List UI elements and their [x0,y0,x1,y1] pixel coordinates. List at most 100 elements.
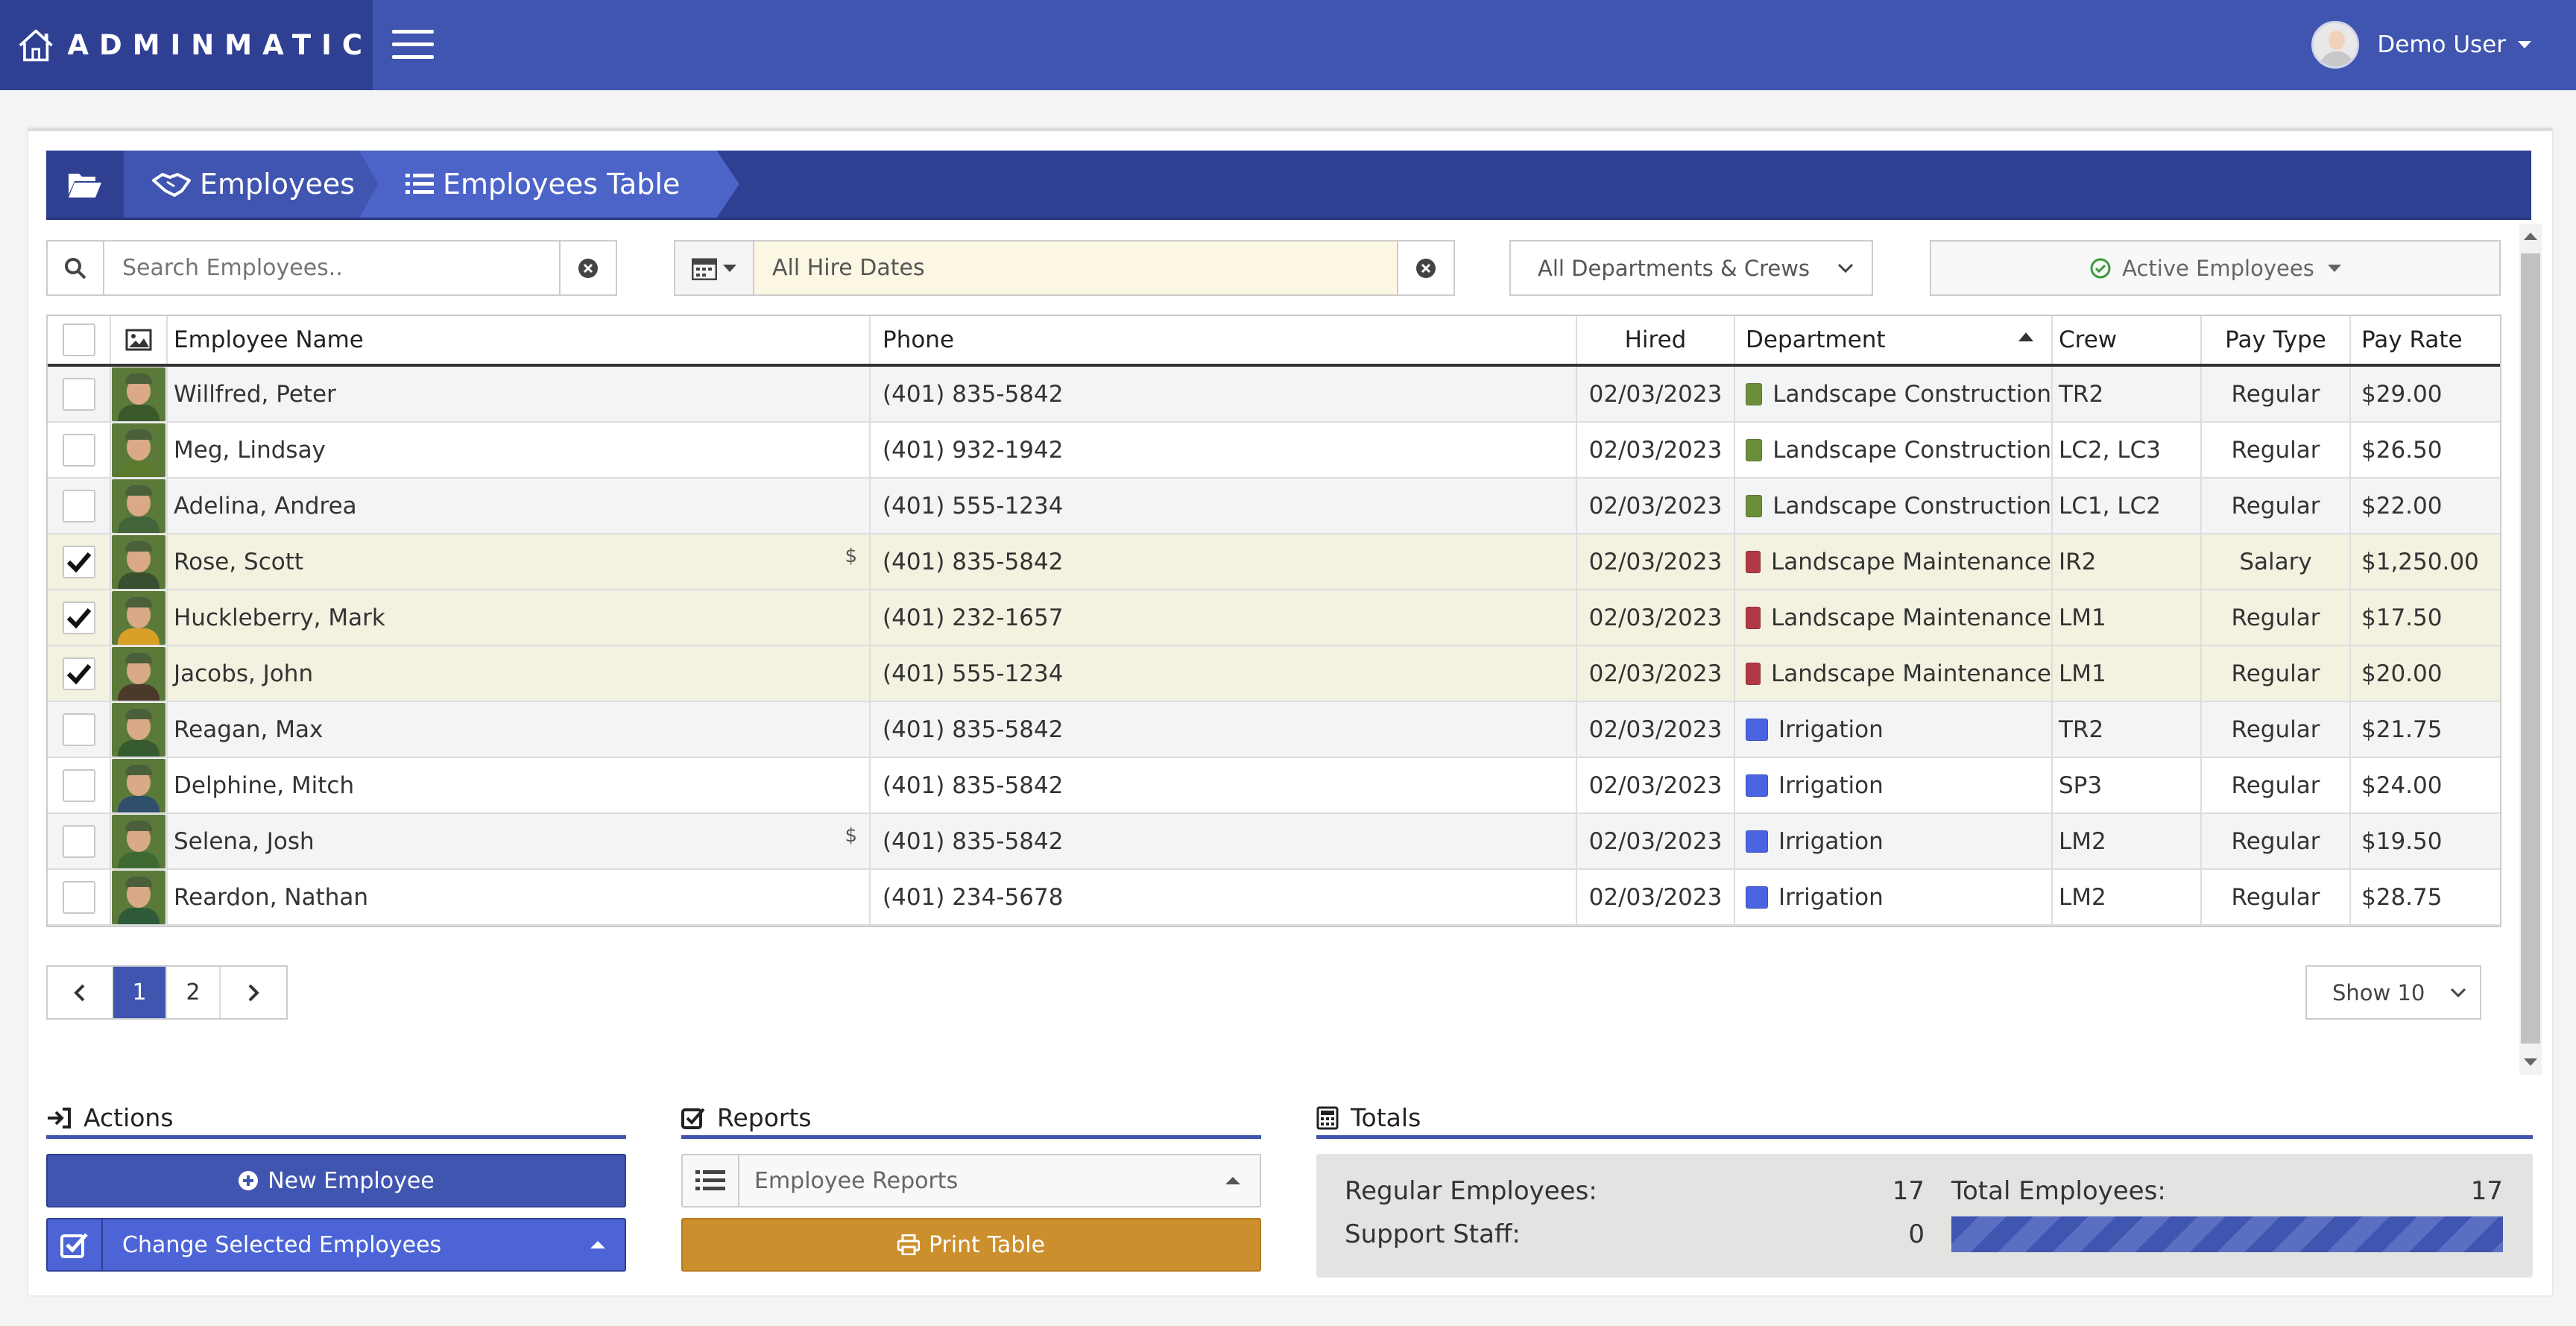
house-logo-icon [19,29,53,61]
employee-name-cell[interactable]: Reardon, Nathan [168,870,871,924]
employee-photo[interactable] [112,479,165,533]
status-select[interactable]: Active Employees [1930,240,2501,296]
page-size-select[interactable]: Show 10 [2305,965,2481,1020]
employee-name-cell[interactable]: Reagan, Max [168,702,871,757]
table-scrollbar[interactable] [2519,224,2542,1075]
department-cell: Irrigation [1735,702,2053,757]
row-checkbox[interactable] [62,601,95,634]
row-checkbox[interactable] [62,880,95,914]
employee-photo[interactable] [112,534,165,589]
row-checkbox[interactable] [62,489,95,522]
employee-reports-select[interactable]: Employee Reports [681,1154,1261,1207]
breadcrumb-employees[interactable]: Employees [124,151,400,218]
image-column-header [111,316,168,364]
select-all-checkbox[interactable] [62,323,95,356]
clear-search-icon[interactable] [559,241,616,294]
row-checkbox[interactable] [62,713,95,746]
employee-photo[interactable] [112,590,165,645]
employee-name-cell[interactable]: Rose, Scott $ [168,534,871,589]
table-row[interactable]: Jacobs, John (401) 555-1234 02/03/2023 Land… [48,646,2500,702]
table-row[interactable]: Rose, Scott $ (401) 835-5842 02/03/2023 Land… [48,534,2500,590]
user-menu[interactable]: Demo User [2311,21,2531,69]
column-header-department[interactable]: Department [1735,316,2053,364]
calendar-icon[interactable] [675,241,754,294]
image-icon [125,329,152,351]
row-checkbox[interactable] [62,657,95,690]
table-row[interactable]: Willfred, Peter (401) 835-5842 02/03/2023 L… [48,367,2500,423]
row-select-cell [48,758,111,812]
employee-photo[interactable] [112,646,165,701]
department-select-value: All Departments & Crews [1538,255,1811,281]
table-row[interactable]: Meg, Lindsay (401) 932-1942 02/03/2023 Land… [48,423,2500,479]
chevron-down-icon [1837,263,1854,273]
breadcrumb-employees-table[interactable]: Employees Table [359,151,739,218]
table-body: Willfred, Peter (401) 835-5842 02/03/2023 L… [48,367,2500,926]
department-color-swatch [1746,774,1768,797]
table-row[interactable]: Delphine, Mitch (401) 835-5842 02/03/2023 I… [48,758,2500,814]
menu-toggle-icon[interactable] [392,30,434,60]
row-checkbox[interactable] [62,545,95,578]
employee-name-cell[interactable]: Willfred, Peter [168,367,871,421]
next-page-button[interactable] [221,967,286,1018]
employee-photo[interactable] [112,367,165,421]
employee-photo[interactable] [112,758,165,812]
employee-name-cell[interactable]: Meg, Lindsay [168,423,871,477]
scrollbar-thumb[interactable] [2521,253,2540,1044]
employee-name: Huckleberry, Mark [174,604,385,631]
new-employee-button[interactable]: New Employee [46,1154,626,1207]
hire-date-input[interactable]: All Hire Dates [754,241,1397,294]
employee-name-cell[interactable]: Jacobs, John [168,646,871,701]
table-row[interactable]: Reardon, Nathan (401) 234-5678 02/03/2023 I… [48,870,2500,926]
employee-name-cell[interactable]: Adelina, Andrea [168,479,871,533]
previous-page-button[interactable] [48,967,113,1018]
employee-name-cell[interactable]: Delphine, Mitch [168,758,871,812]
clear-date-icon[interactable] [1397,241,1453,294]
check-circle-icon [2090,258,2111,278]
row-select-cell [48,590,111,645]
page-2-button[interactable]: 2 [167,967,221,1018]
pay-rate-cell: $17.50 [2361,604,2443,631]
row-checkbox[interactable] [62,824,95,858]
row-checkbox[interactable] [62,377,95,411]
folder-open-icon[interactable] [46,151,124,218]
pay-rate-cell: $21.75 [2361,716,2443,743]
column-header-crew[interactable]: Crew [2053,316,2202,364]
row-checkbox[interactable] [62,768,95,802]
column-header-pay-type[interactable]: Pay Type [2202,316,2351,364]
breadcrumb-label: Employees Table [443,168,681,201]
crew-cell: LM1 [2053,646,2202,701]
department-color-swatch [1746,718,1768,741]
crew-cell: IR2 [2053,534,2202,589]
department-cell: Landscape Maintenance [1735,590,2053,645]
table-row[interactable]: Huckleberry, Mark (401) 232-1657 02/03/202… [48,590,2500,646]
pay-type-cell: Regular [2202,590,2351,645]
pay-rate-cell: $1,250.00 [2361,548,2479,575]
employee-name-cell[interactable]: Selena, Josh $ [168,814,871,868]
employee-photo[interactable] [112,870,165,924]
page-1-button[interactable]: 1 [113,967,167,1018]
crew-cell: TR2 [2053,702,2202,757]
logo[interactable]: ADMINMATIC [0,0,373,90]
table-row[interactable]: Selena, Josh $ (401) 835-5842 02/03/2023 Irr… [48,814,2500,870]
pay-rate-cell: $28.75 [2361,883,2443,911]
department-cell: Landscape Construction [1735,367,2053,421]
column-header-hired[interactable]: Hired [1577,316,1735,364]
column-header-name[interactable]: Employee Name [168,316,871,364]
employee-photo[interactable] [112,814,165,868]
phone-cell: (401) 232-1657 [871,590,1577,645]
department-select[interactable]: All Departments & Crews [1509,240,1873,296]
print-table-button[interactable]: Print Table [681,1218,1261,1272]
employee-name: Reardon, Nathan [174,883,369,911]
table-row[interactable]: Reagan, Max (401) 835-5842 02/03/2023 Irrig… [48,702,2500,758]
column-header-pay-rate[interactable]: Pay Rate [2351,316,2500,364]
change-selected-employees-button[interactable]: Change Selected Employees [46,1218,626,1272]
search-input[interactable] [104,241,559,294]
row-checkbox[interactable] [62,433,95,467]
employee-name-cell[interactable]: Huckleberry, Mark [168,590,871,645]
user-name: Demo User [2377,31,2506,58]
employee-photo[interactable] [112,702,165,757]
table-row[interactable]: Adelina, Andrea (401) 555-1234 02/03/2023 L… [48,479,2500,534]
column-header-phone[interactable]: Phone [871,316,1577,364]
employee-photo[interactable] [112,423,165,477]
department-cell: Landscape Maintenance [1735,646,2053,701]
